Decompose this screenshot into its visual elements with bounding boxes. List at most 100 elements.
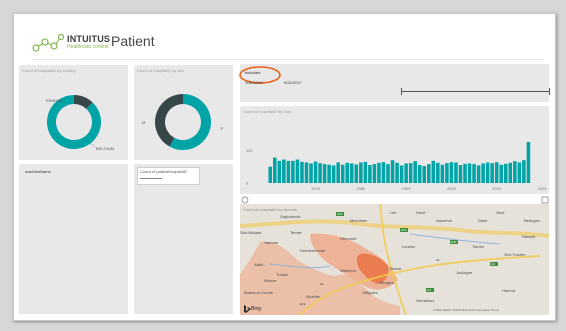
year-bar[interactable]	[508, 162, 513, 183]
year-bar[interactable]	[413, 161, 417, 183]
map-road-label: A4	[427, 288, 431, 292]
year-bar[interactable]	[517, 162, 522, 183]
machine-name-label: machineName	[25, 169, 51, 174]
year-bar[interactable]	[463, 163, 467, 183]
y-tick-label: 0	[246, 181, 249, 186]
year-bar[interactable]	[422, 166, 427, 183]
focus-mode-icon[interactable]	[541, 196, 549, 204]
year-bar[interactable]	[304, 162, 309, 183]
year-bar[interactable]	[449, 162, 454, 183]
year-bar[interactable]	[268, 166, 273, 183]
map-road-label: E19	[300, 302, 306, 306]
map-place-label: Ninove	[264, 278, 277, 283]
birthdate-start-handle[interactable]	[401, 88, 402, 95]
patient-count-title: Count of patientHospitalID	[140, 169, 187, 174]
year-bar[interactable]	[427, 164, 431, 183]
year-bar[interactable]	[481, 163, 485, 183]
map-place-label: Geel	[496, 210, 505, 215]
year-bar[interactable]	[522, 160, 526, 183]
year-bar[interactable]	[395, 162, 399, 183]
map-road-label: E40	[451, 240, 457, 244]
year-bar[interactable]	[399, 165, 404, 183]
birthdate-range-track[interactable]	[402, 91, 550, 92]
sex-donut-visual[interactable]: Count of hospitalID by sex M F	[134, 65, 233, 160]
year-bar[interactable]	[408, 163, 413, 183]
birthdate-from[interactable]: 1/30/1960	[245, 80, 263, 85]
year-bar-visual[interactable]: Count of hospitalID by Year 1970 1980 1990…	[240, 106, 549, 194]
year-bar[interactable]	[499, 164, 504, 183]
year-bar[interactable]	[273, 157, 277, 183]
year-bar[interactable]	[472, 164, 476, 183]
year-bar[interactable]	[340, 164, 345, 183]
year-bar[interactable]	[277, 160, 282, 183]
map-copyright[interactable]: ©2018 HERE ©2018 Microsoft Corporation T…	[433, 308, 499, 312]
sex-donut-chart	[155, 94, 211, 150]
year-bar[interactable]	[295, 159, 300, 183]
year-bar[interactable]	[476, 165, 481, 183]
year-bar[interactable]	[440, 164, 445, 183]
year-bar[interactable]	[445, 163, 449, 183]
year-bar[interactable]	[386, 164, 390, 183]
year-bar[interactable]	[467, 163, 472, 183]
map-place-label: Temse	[290, 230, 302, 235]
year-bar[interactable]	[368, 165, 372, 183]
year-bar[interactable]	[504, 163, 508, 183]
year-bar[interactable]	[526, 141, 531, 183]
year-bar[interactable]	[513, 161, 517, 183]
map-place-label: Tubize	[276, 272, 288, 277]
map-road-label: A3	[491, 262, 495, 266]
x-tick-label: 2000	[447, 186, 457, 191]
map-road-label: A12	[401, 228, 407, 232]
map-place-label: Tienen	[472, 244, 485, 249]
year-bar[interactable]	[354, 164, 359, 183]
year-bar[interactable]	[381, 162, 386, 183]
map-place-label: Heist	[416, 210, 426, 215]
year-bar[interactable]	[454, 162, 458, 183]
map-place-label: Hamme	[264, 240, 279, 245]
year-bar[interactable]	[327, 164, 331, 183]
year-bar[interactable]	[390, 160, 395, 183]
country-donut-visual[interactable]: Count of hospitalID by country FRANCE BE…	[19, 65, 128, 160]
year-bar[interactable]	[436, 162, 440, 183]
year-bar[interactable]	[300, 161, 304, 183]
year-bar[interactable]	[372, 164, 377, 183]
year-bar[interactable]	[494, 162, 499, 183]
year-bar[interactable]	[318, 163, 322, 183]
year-bar[interactable]	[350, 163, 354, 183]
patient-count-card[interactable]: Count of patientHospitalID	[137, 167, 200, 185]
birthdate-slicer[interactable]: birthdate 1/30/1960 9/21/2017	[239, 64, 550, 102]
year-bar[interactable]	[291, 160, 295, 183]
year-bar[interactable]	[282, 159, 286, 183]
page-title: Patient	[111, 33, 155, 49]
x-tick-label: 1970	[311, 186, 321, 191]
brand-name: INTUITUS	[67, 34, 111, 44]
map-place-label: Vilvoorde	[340, 236, 357, 241]
year-bar[interactable]	[331, 165, 336, 183]
year-bar[interactable]	[377, 162, 381, 183]
info-icon[interactable]	[241, 196, 249, 204]
year-bar[interactable]	[286, 160, 291, 183]
year-bar[interactable]	[417, 165, 422, 183]
map-place-label: Lier	[390, 210, 397, 215]
donut-slice-m[interactable]	[155, 94, 183, 147]
year-bar[interactable]	[404, 163, 408, 183]
map-place-label: Zwijndrecht	[280, 214, 301, 219]
year-bar[interactable]	[322, 164, 327, 183]
map-place-label: Ottignies	[362, 290, 378, 295]
year-bar[interactable]	[363, 161, 368, 183]
zipcode-map-visual[interactable]: Zwijndrecht Sint-Niklaas Temse Hamme Den…	[240, 204, 549, 315]
year-bar[interactable]	[490, 163, 494, 183]
year-bar[interactable]	[313, 161, 318, 183]
machine-name-slicer[interactable]: machineName	[19, 164, 128, 314]
year-bar[interactable]	[359, 162, 363, 183]
year-bar[interactable]	[485, 162, 490, 183]
year-bar[interactable]	[336, 162, 340, 183]
year-bar[interactable]	[458, 165, 463, 183]
map-canvas[interactable]	[240, 204, 549, 315]
year-bar[interactable]	[309, 163, 313, 183]
year-bar[interactable]	[345, 162, 350, 183]
birthdate-to[interactable]: 9/21/2017	[284, 80, 302, 85]
year-bar[interactable]	[431, 160, 436, 183]
map-place-label: Hannut	[502, 288, 515, 293]
birthdate-end-handle[interactable]	[549, 88, 550, 95]
